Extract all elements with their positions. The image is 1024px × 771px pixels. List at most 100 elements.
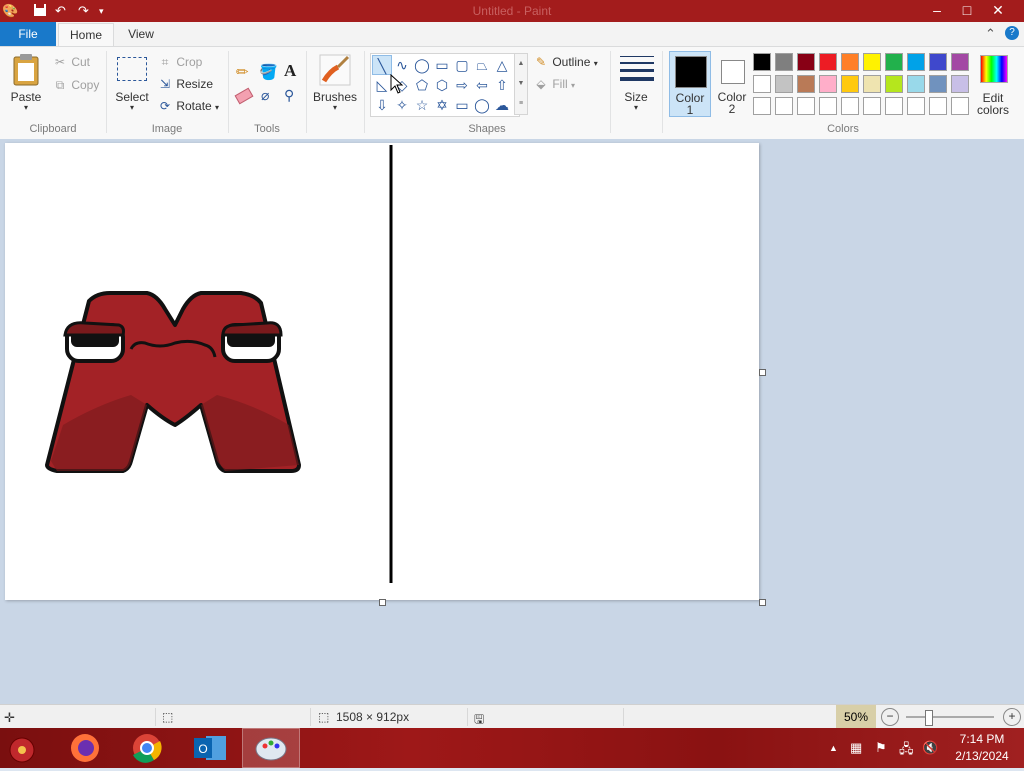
scroll-down-icon[interactable]: ▼ — [515, 74, 527, 94]
four-point-star-shape-icon[interactable]: ✧ — [392, 95, 412, 115]
shapes-more-icon[interactable]: ≡ — [515, 94, 527, 114]
select-label[interactable]: Select — [112, 90, 152, 104]
chrome-icon[interactable] — [118, 728, 176, 768]
right-arrow-shape-icon[interactable]: ⇨ — [452, 75, 472, 95]
oval-callout-shape-icon[interactable]: ◯ — [472, 95, 492, 115]
edit-colors-icon[interactable] — [980, 55, 1008, 83]
scroll-up-icon[interactable]: ▲ — [515, 54, 527, 74]
zoom-slider-thumb[interactable] — [925, 710, 933, 726]
palette-swatch[interactable] — [863, 97, 881, 115]
tab-file[interactable]: File — [0, 22, 56, 46]
rotate-button[interactable]: ⟳ Rotate ▾ — [157, 99, 219, 113]
minimize-ribbon-icon[interactable]: ⌃ — [985, 26, 996, 42]
drawing-canvas[interactable] — [5, 143, 759, 600]
magnifier-icon[interactable]: ⚲ — [284, 87, 294, 104]
canvas-resize-handle-right[interactable] — [759, 369, 766, 376]
palette-swatch[interactable] — [951, 97, 969, 115]
palette-swatch[interactable] — [951, 53, 969, 71]
polygon-shape-icon[interactable]: ⏢ — [472, 55, 492, 75]
palette-swatch[interactable] — [885, 97, 903, 115]
paint-icon[interactable] — [242, 728, 300, 768]
paste-button[interactable] — [10, 53, 44, 89]
six-point-star-shape-icon[interactable]: ✡ — [432, 95, 452, 115]
outline-button[interactable]: ✎ Outline ▾ — [533, 55, 598, 69]
curve-shape-icon[interactable]: ∿ — [392, 55, 412, 75]
tab-view[interactable]: View — [116, 22, 166, 46]
palette-swatch[interactable] — [841, 97, 859, 115]
palette-swatch[interactable] — [929, 97, 947, 115]
cut-button[interactable]: ✂ Cut — [52, 55, 90, 69]
palette-swatch[interactable] — [907, 75, 925, 93]
palette-swatch[interactable] — [841, 53, 859, 71]
left-arrow-shape-icon[interactable]: ⇦ — [472, 75, 492, 95]
palette-swatch[interactable] — [907, 53, 925, 71]
color-picker-icon[interactable]: ⌀ — [261, 87, 269, 104]
palette-swatch[interactable] — [885, 75, 903, 93]
palette-swatch[interactable] — [797, 75, 815, 93]
maximize-icon[interactable]: □ — [952, 0, 982, 22]
palette-swatch[interactable] — [863, 75, 881, 93]
palette-swatch[interactable] — [797, 97, 815, 115]
color1-button[interactable]: Color 1 — [669, 51, 711, 117]
paint-start-icon[interactable] — [0, 728, 50, 768]
action-center-flag-icon[interactable]: ⚑ — [875, 740, 887, 756]
palette-swatch[interactable] — [819, 75, 837, 93]
palette-swatch[interactable] — [885, 53, 903, 71]
size-icon[interactable] — [620, 56, 654, 81]
oval-shape-icon[interactable]: ◯ — [412, 55, 432, 75]
select-icon[interactable] — [117, 57, 147, 81]
hexagon-shape-icon[interactable]: ⬡ — [432, 75, 452, 95]
palette-swatch[interactable] — [819, 97, 837, 115]
triangle-shape-icon[interactable]: △ — [492, 55, 512, 75]
close-icon[interactable]: ✕ — [983, 0, 1013, 22]
zoom-out-icon[interactable]: − — [881, 708, 899, 726]
palette-swatch[interactable] — [753, 75, 771, 93]
clock-date[interactable]: 2/13/2024 — [945, 749, 1019, 763]
palette-swatch[interactable] — [819, 53, 837, 71]
palette-swatch[interactable] — [951, 75, 969, 93]
crop-button[interactable]: ⌗ Crop — [157, 55, 203, 70]
rectangle-shape-icon[interactable]: ▭ — [432, 55, 452, 75]
down-arrow-shape-icon[interactable]: ⇩ — [372, 95, 392, 115]
palette-swatch[interactable] — [775, 75, 793, 93]
canvas-resize-handle-bottom[interactable] — [379, 599, 386, 606]
tab-home[interactable]: Home — [58, 23, 114, 47]
line-shape-icon[interactable]: ╲ — [372, 55, 392, 75]
paste-label[interactable]: Paste — [8, 90, 44, 104]
palette-swatch[interactable] — [929, 53, 947, 71]
copy-button[interactable]: ⧉ Copy — [52, 78, 100, 93]
resize-button[interactable]: ⇲ Resize — [157, 77, 213, 91]
help-icon[interactable]: ? — [1005, 26, 1019, 40]
paste-dropdown-icon[interactable]: ▾ — [8, 103, 44, 112]
up-arrow-shape-icon[interactable]: ⇧ — [492, 75, 512, 95]
brushes-icon[interactable] — [318, 53, 352, 87]
volume-muted-icon[interactable]: 🔇 — [922, 740, 938, 756]
brushes-dropdown-icon[interactable]: ▾ — [312, 103, 358, 112]
text-tool-icon[interactable]: A — [284, 61, 296, 81]
palette-swatch[interactable] — [929, 75, 947, 93]
cloud-callout-shape-icon[interactable]: ☁ — [492, 95, 512, 115]
five-point-star-shape-icon[interactable]: ☆ — [412, 95, 432, 115]
right-triangle-shape-icon[interactable]: ◺ — [372, 75, 392, 95]
palette-swatch[interactable] — [907, 97, 925, 115]
size-dropdown-icon[interactable]: ▾ — [616, 103, 656, 112]
palette-swatch[interactable] — [753, 53, 771, 71]
zoom-slider[interactable] — [906, 710, 994, 726]
clock-time[interactable]: 7:14 PM — [945, 732, 1019, 746]
firefox-icon[interactable] — [56, 728, 114, 768]
tray-devices-icon[interactable]: ▦ — [850, 740, 862, 756]
edit-colors-label-2[interactable]: colors — [973, 103, 1013, 117]
palette-swatch[interactable] — [841, 75, 859, 93]
palette-swatch[interactable] — [775, 53, 793, 71]
fill-button[interactable]: ⬙ Fill ▾ — [533, 77, 575, 91]
canvas-resize-handle-corner[interactable] — [759, 599, 766, 606]
eraser-icon[interactable] — [234, 87, 254, 105]
shapes-scrollbar[interactable]: ▲ ▼ ≡ — [514, 53, 528, 115]
zoom-in-icon[interactable]: + — [1003, 708, 1021, 726]
brushes-label[interactable]: Brushes — [312, 90, 358, 104]
minimize-icon[interactable]: – — [922, 0, 952, 22]
outlook-icon[interactable]: O — [180, 728, 238, 768]
show-hidden-icons-icon[interactable]: ▲ — [829, 743, 838, 753]
rounded-rectangle-shape-icon[interactable]: ▢ — [452, 55, 472, 75]
size-label[interactable]: Size — [616, 90, 656, 104]
